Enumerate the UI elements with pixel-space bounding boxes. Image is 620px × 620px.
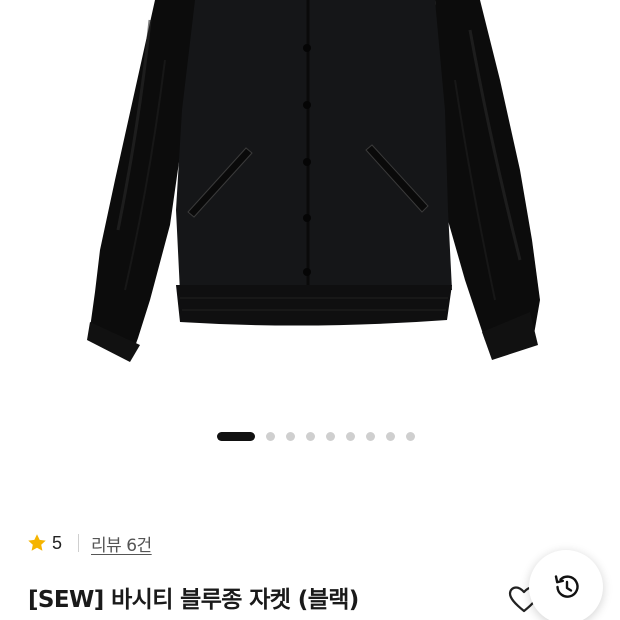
rating-row: 5 리뷰 6건	[26, 530, 152, 556]
divider	[78, 534, 80, 552]
history-icon	[554, 575, 579, 598]
product-image	[87, 0, 540, 362]
reviews-link[interactable]: 리뷰 6건	[91, 531, 152, 556]
product-image-gallery[interactable]	[0, 0, 620, 405]
gallery-dot[interactable]	[366, 431, 375, 441]
gallery-dot[interactable]	[386, 431, 395, 441]
gallery-dot[interactable]	[286, 431, 295, 441]
gallery-dot[interactable]	[306, 431, 315, 441]
gallery-dot[interactable]	[346, 431, 355, 441]
recently-viewed-button[interactable]	[529, 550, 603, 620]
rating-score: 5	[52, 532, 63, 553]
product-title: [SEW] 바시티 블루종 자켓 (블랙)	[28, 587, 359, 613]
gallery-dot-active[interactable]	[217, 431, 255, 441]
star-icon	[26, 532, 48, 554]
gallery-dot[interactable]	[326, 431, 335, 441]
gallery-dot[interactable]	[266, 431, 275, 441]
gallery-pagination[interactable]	[0, 430, 620, 442]
gallery-dot[interactable]	[406, 431, 415, 441]
